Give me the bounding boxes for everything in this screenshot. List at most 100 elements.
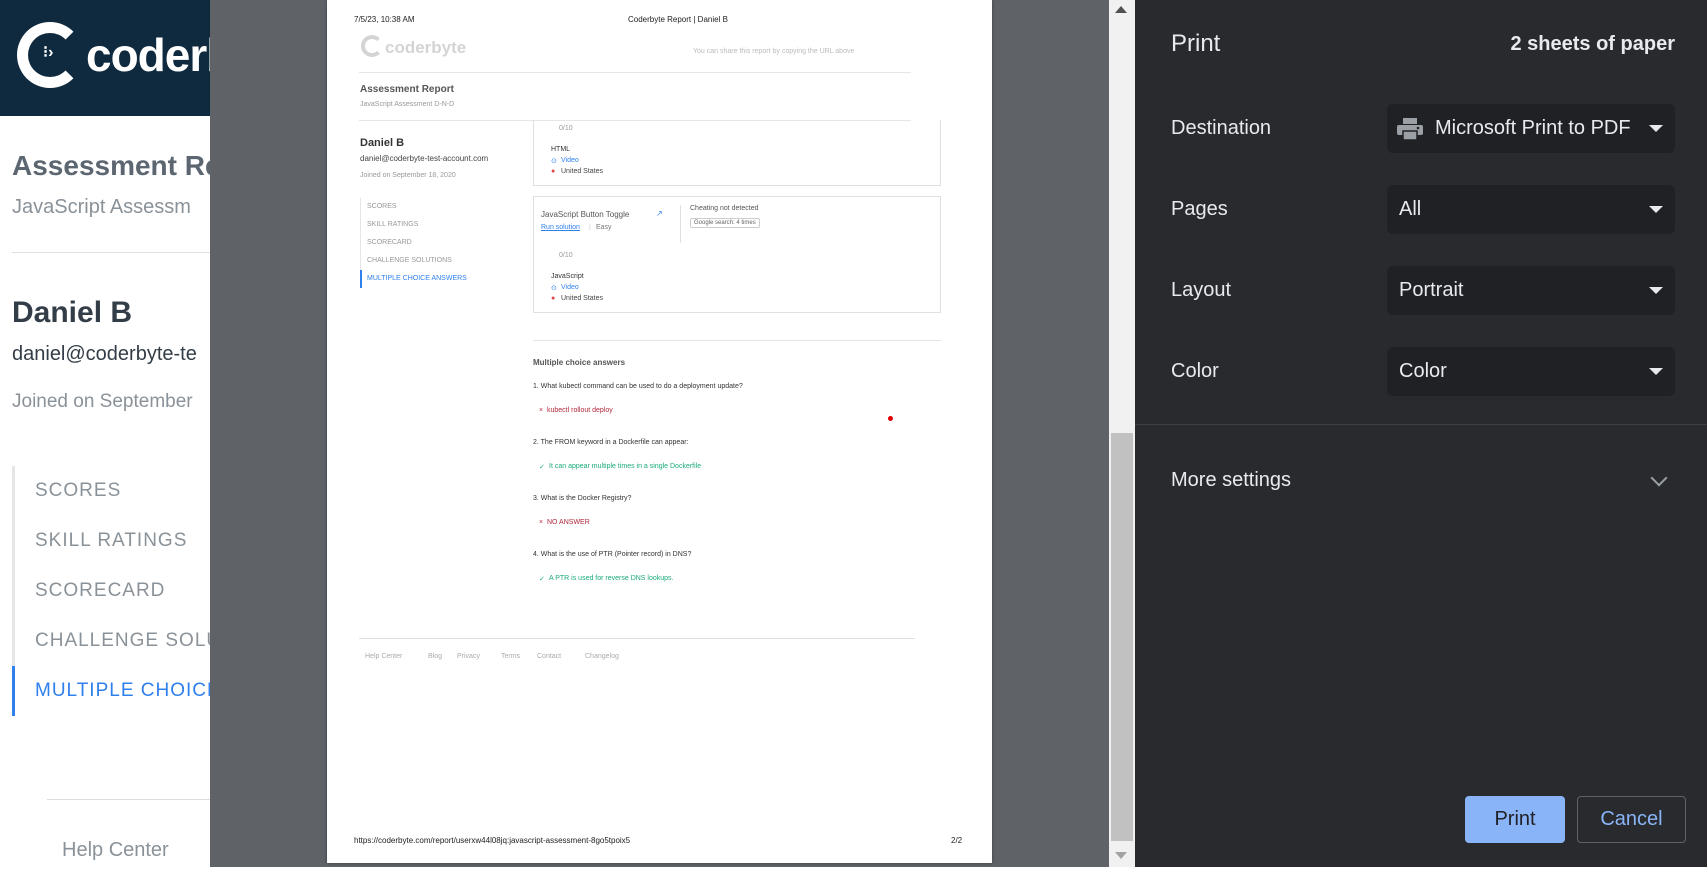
wrong-mark-icon: × (539, 407, 544, 414)
scroll-down-arrow-icon[interactable] (1115, 852, 1127, 859)
external-link-icon: ↗ (656, 209, 663, 218)
preview-scrollbar-thumb[interactable] (1111, 433, 1133, 841)
print-title: Print (1171, 30, 1221, 57)
nav-item-multiple-choice[interactable]: MULTIPLE CHOICE (15, 666, 234, 716)
footer-link: Contact (537, 653, 562, 660)
layout-value: Portrait (1399, 279, 1464, 301)
sheet-nav-skill-ratings: SKILL RATINGS (367, 221, 419, 228)
logo-dots-icon: ⁝› (43, 44, 54, 61)
question-text: 4. What is the use of PTR (Pointer recor… (533, 551, 692, 558)
wrong-mark-icon: × (539, 519, 544, 526)
footer-divider (47, 799, 212, 800)
question-text: 1. What kubectl command can be used to d… (533, 383, 743, 390)
cancel-button[interactable]: Cancel (1577, 796, 1686, 843)
scroll-up-arrow-icon[interactable] (1115, 6, 1127, 13)
card-language: JavaScript (551, 273, 584, 280)
dropdown-caret-icon (1649, 206, 1663, 213)
google-search-badge: Google search: 4 times (690, 218, 760, 228)
footer-link: Blog (428, 653, 443, 660)
printer-icon (1397, 118, 1423, 140)
report-title: Assessment Report (360, 84, 454, 95)
cheating-status: Cheating not detected (690, 205, 759, 212)
more-settings-toggle[interactable]: More settings (1171, 469, 1291, 492)
chrome-icon: ● (551, 295, 556, 302)
card-country: United States (561, 295, 604, 302)
sheet-nav-scorecard: SCORECARD (367, 239, 412, 246)
pages-value: All (1399, 198, 1422, 220)
sheet-nav-multiple-choice: MULTIPLE CHOICE ANSWERS (367, 275, 467, 282)
card-language: HTML (551, 146, 571, 153)
chevron-down-icon[interactable] (1650, 469, 1668, 487)
nav-item-challenge-solutions[interactable]: CHALLENGE SOLUT (15, 616, 234, 666)
card-video-link: Video (561, 284, 579, 291)
site-header: ⁝› coderb (0, 0, 212, 116)
section-divider (533, 340, 941, 341)
answer-text: A PTR is used for reverse DNS lookups. (549, 575, 674, 582)
nav-item-skill-ratings[interactable]: SKILL RATINGS (15, 516, 234, 566)
layout-select[interactable]: Portrait (1387, 266, 1675, 315)
destination-label: Destination (1171, 117, 1272, 139)
sheet-header-title: Coderbyte Report | Daniel B (628, 15, 728, 24)
answer-text: NO ANSWER (547, 519, 590, 526)
pages-label: Pages (1171, 198, 1228, 220)
share-note: You can share this report by copying the… (693, 48, 855, 55)
nav-item-scores[interactable]: SCORES (15, 466, 234, 516)
nav-active-indicator (12, 666, 15, 716)
sheet-candidate-name: Daniel B (360, 137, 405, 149)
mc-heading: Multiple choice answers (533, 358, 626, 367)
dropdown-caret-icon (1649, 287, 1663, 294)
card-country: United States (561, 168, 604, 175)
video-icon: ⊙ (551, 285, 557, 292)
page-subtitle: JavaScript Assessm (12, 196, 191, 218)
joined-date: Joined on September (12, 391, 193, 412)
video-icon: ⊙ (551, 158, 557, 165)
sheet-nav-scores: SCORES (367, 203, 397, 210)
sheet-logo-text: coderbyte (385, 38, 467, 57)
sheet-page-number: 2/2 (951, 836, 963, 845)
card-title: JavaScript Button Toggle (541, 210, 630, 219)
print-preview-area: 7/5/23, 10:38 AM Coderbyte Report | Dani… (210, 0, 1135, 867)
sheet-divider (359, 72, 911, 73)
answer-text: kubectl rollout deploy (547, 407, 613, 414)
site-logo-text: coderb (86, 29, 212, 81)
question-text: 3. What is the Docker Registry? (533, 495, 632, 502)
check-mark-icon: ✓ (539, 464, 545, 471)
page-title: Assessment Re (12, 150, 221, 181)
color-label: Color (1171, 360, 1219, 382)
destination-value: Microsoft Print to PDF (1435, 117, 1631, 139)
footer-link: Terms (501, 653, 521, 660)
footer-link: Help Center (365, 653, 403, 660)
card-divider (680, 205, 681, 243)
sheet-nav-challenge-solutions: CHALLENGE SOLUTIONS (367, 257, 452, 264)
separator: | (589, 224, 591, 231)
print-button[interactable]: Print (1465, 796, 1565, 843)
pages-select[interactable]: All (1387, 185, 1675, 234)
sheet-nav-active-bar (360, 270, 362, 288)
candidate-email: daniel@coderbyte-te (12, 343, 197, 365)
run-solution-link: Run solution (541, 224, 580, 231)
section-nav: SCORES SKILL RATINGS SCORECARD CHALLENGE… (12, 466, 234, 716)
sheet-header-datetime: 7/5/23, 10:38 AM (354, 15, 415, 24)
print-settings-panel: Print 2 sheets of paper Destination Micr… (1135, 0, 1707, 867)
answer-text: It can appear multiple times in a single… (549, 463, 702, 470)
divider (12, 252, 212, 253)
report-subtitle: JavaScript Assessment D-N-D (360, 101, 455, 108)
card-score: 0/10 (559, 252, 573, 259)
dropdown-caret-icon (1649, 125, 1663, 132)
nav-item-scorecard[interactable]: SCORECARD (15, 566, 234, 616)
panel-divider (1135, 424, 1707, 425)
sheet-count: 2 sheets of paper (1510, 33, 1675, 55)
destination-select[interactable]: Microsoft Print to PDF (1387, 104, 1675, 153)
sheet-joined-date: Joined on September 18, 2020 (360, 172, 456, 179)
layout-label: Layout (1171, 279, 1232, 301)
check-mark-icon: ✓ (539, 576, 545, 583)
challenge-card-html (533, 120, 941, 186)
card-video-link: Video (561, 157, 579, 164)
color-value: Color (1399, 360, 1447, 382)
question-text: 2. The FROM keyword in a Dockerfile can … (533, 439, 689, 446)
sheet-footer-divider (359, 638, 915, 639)
footer-link-help-center[interactable]: Help Center (62, 839, 169, 862)
color-select[interactable]: Color (1387, 347, 1675, 396)
card-score: 0/10 (559, 125, 573, 132)
sheet-footer-url: https://coderbyte.com/report/userxw44l08… (354, 836, 631, 845)
